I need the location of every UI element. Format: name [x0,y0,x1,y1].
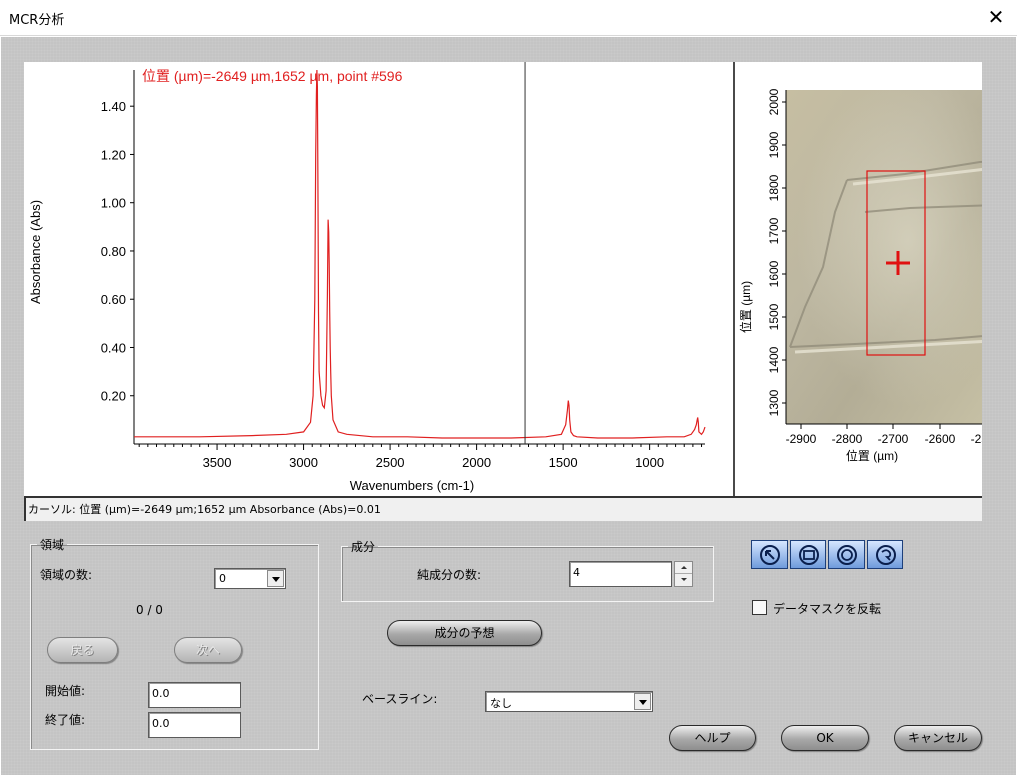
map-x-tick-label: -2500 [971,432,982,446]
cancel-button[interactable]: キャンセル [894,725,982,751]
map-y-tick-label: 1400 [767,346,781,373]
invert-mask-checkbox[interactable] [752,600,767,615]
pointer-tool-button[interactable] [751,540,788,569]
end-value-label: 終了値: [45,713,86,727]
title-bar: MCR分析 ✕ [0,0,1017,36]
y-tick-label: 0.80 [101,244,126,259]
rectangle-tool-button[interactable] [789,540,826,569]
next-button[interactable]: 次へ [174,637,242,663]
map-ylabel: 位置 (µm) [738,281,753,333]
x-tick-label: 1500 [549,455,578,470]
cursor-status-text: カーソル: 位置 (µm)=-2649 µm;1652 µm Absorbanc… [28,503,381,516]
back-button[interactable]: 戻る [47,637,118,663]
chevron-down-icon[interactable] [267,570,284,587]
rectangle-icon [798,545,819,565]
spin-down-icon[interactable] [675,574,692,586]
start-value-field[interactable]: 0.0 [148,682,241,708]
help-button[interactable]: ヘルプ [669,725,756,751]
baseline-value: なし [490,697,512,710]
y-tick-label: 0.40 [101,340,126,355]
micrograph-haze [786,90,982,424]
map-y-tick-label: 1800 [767,174,781,201]
ok-button[interactable]: OK [781,725,869,751]
pure-components-spinner[interactable] [674,561,693,587]
region-counter: 0 / 0 [136,603,163,617]
close-icon[interactable]: ✕ [985,5,1007,29]
end-value-field[interactable]: 0.0 [148,712,241,738]
y-tick-label: 1.40 [101,99,126,114]
chevron-down-icon[interactable] [634,693,651,710]
map-y-tick-label: 2000 [767,88,781,115]
freehand-tool-button[interactable] [866,540,903,569]
y-tick-label: 1.00 [101,196,126,211]
region-legend: 領域 [40,538,65,552]
circle-icon [837,545,857,565]
map-xlabel: 位置 (µm) [846,448,898,463]
pointer-icon [760,545,780,565]
start-value-label: 開始値: [45,684,86,698]
spectrum-ylabel: Absorbance (Abs) [28,200,43,304]
plot-panel: 位置 (µm)=-2649 µm,1652 µm, point #596 Abs… [24,62,982,496]
map-y-tick-label: 1600 [767,260,781,287]
map-x-tick-label: -2600 [925,432,956,446]
pure-components-field[interactable]: 4 [569,561,672,587]
components-legend: 成分 [351,540,376,554]
x-tick-label: 3000 [289,455,318,470]
spectrum-xlabel: Wavenumbers (cm-1) [350,478,474,493]
baseline-select[interactable]: なし [485,691,653,712]
x-tick-label: 2500 [376,455,405,470]
map-y-tick-label: 1700 [767,217,781,244]
map-x-tick-label: -2900 [786,432,817,446]
map-y-tick-label: 1900 [767,131,781,158]
y-tick-label: 0.60 [101,292,126,307]
pure-components-label: 純成分の数: [417,568,482,582]
status-left-border [24,498,26,521]
spectrum-header: 位置 (µm)=-2649 µm,1652 µm, point #596 [142,68,403,84]
x-tick-label: 3500 [203,455,232,470]
region-count-label: 領域の数: [40,568,93,582]
x-tick-label: 1000 [635,455,664,470]
x-tick-label: 2000 [462,455,491,470]
window-title: MCR分析 [9,13,65,28]
region-count-select[interactable]: 0 [214,568,286,589]
invert-mask-label[interactable]: データマスクを反転 [773,600,881,617]
spectrum-line [134,69,706,439]
y-tick-label: 1.20 [101,147,126,162]
baseline-label: ベースライン: [362,692,438,706]
spectrum-chart[interactable]: 位置 (µm)=-2649 µm,1652 µm, point #596 Abs… [24,62,733,496]
map-x-tick-label: -2800 [832,432,863,446]
map-x-tick-label: -2700 [878,432,909,446]
region-count-value: 0 [219,572,226,585]
map-y-tick-label: 1500 [767,303,781,330]
mask-tool-buttons [751,540,905,571]
spin-up-icon[interactable] [675,562,692,574]
predict-components-button[interactable]: 成分の予想 [387,620,542,646]
y-tick-label: 0.20 [101,389,126,404]
cursor-status-bar: カーソル: 位置 (µm)=-2649 µm;1652 µm Absorbanc… [24,496,982,521]
map-y-tick-label: 1300 [767,389,781,416]
circle-tool-button[interactable] [828,540,865,569]
freehand-icon [875,545,896,565]
sample-image-map[interactable]: -2900-2800-2700-2600-2500-24200019001800… [735,62,982,496]
